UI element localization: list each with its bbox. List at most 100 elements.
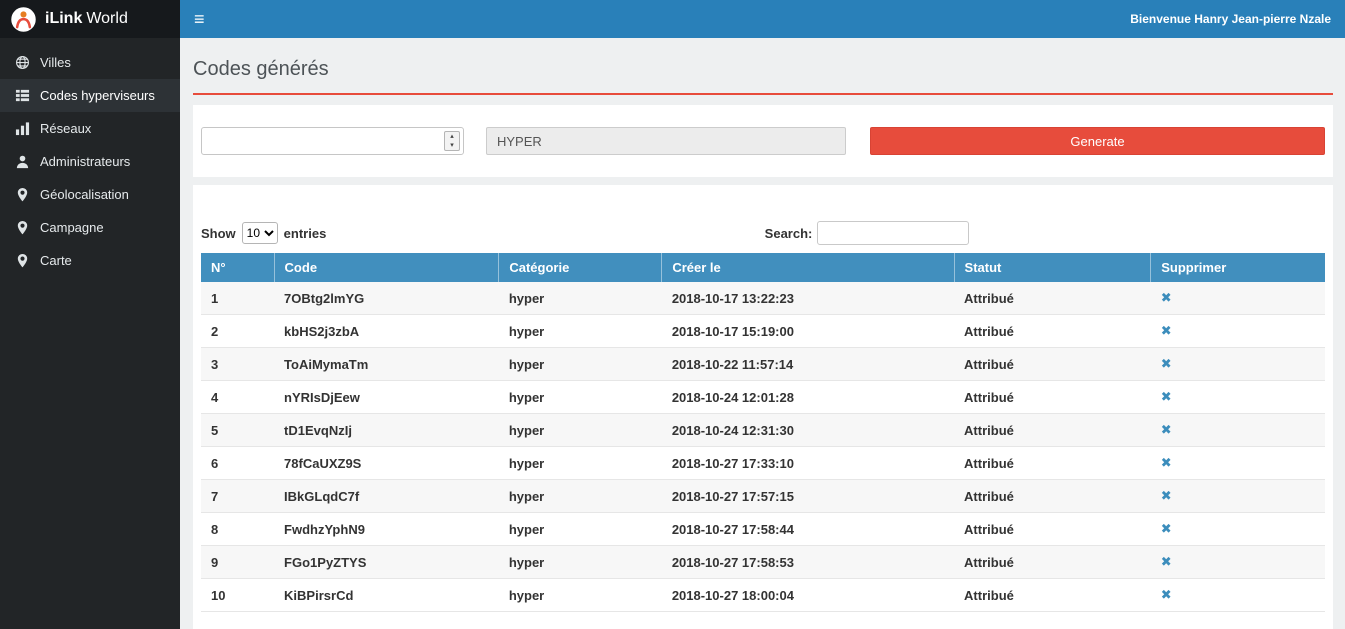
delete-icon[interactable]: ✖ xyxy=(1161,455,1172,470)
table-row: 7IBkGLqdC7fhyper2018-10-27 17:57:15Attri… xyxy=(201,480,1325,513)
menu-toggle-icon[interactable]: ≡ xyxy=(194,10,205,28)
table-cell: 2018-10-27 17:58:53 xyxy=(662,546,954,579)
table-cell: 8 xyxy=(201,513,274,546)
delete-icon[interactable]: ✖ xyxy=(1161,587,1172,602)
table-row: 5tD1EvqNzIjhyper2018-10-24 12:31:30Attri… xyxy=(201,414,1325,447)
table-cell: tD1EvqNzIj xyxy=(274,414,499,447)
column-header-n-[interactable]: N° xyxy=(201,253,274,282)
category-input xyxy=(486,127,846,155)
table-cell: 5 xyxy=(201,414,274,447)
table-cell: 2018-10-24 12:31:30 xyxy=(662,414,954,447)
delete-icon[interactable]: ✖ xyxy=(1161,323,1172,338)
table-cell: 1 xyxy=(201,282,274,315)
generate-button[interactable]: Generate xyxy=(870,127,1325,155)
table-cell: hyper xyxy=(499,447,662,480)
table-cell: hyper xyxy=(499,579,662,612)
column-header-code[interactable]: Code xyxy=(274,253,499,282)
quantity-input[interactable] xyxy=(202,128,463,154)
number-spinner[interactable]: ▴ ▾ xyxy=(444,131,460,151)
column-header-supprimer[interactable]: Supprimer xyxy=(1151,253,1325,282)
table-cell: ✖ xyxy=(1151,348,1325,381)
sidebar-item-administrateurs[interactable]: Administrateurs xyxy=(0,145,180,178)
page-length-select[interactable]: 10 xyxy=(242,222,278,244)
generate-form-panel: ▴ ▾ Generate xyxy=(193,105,1333,177)
map-marker-icon xyxy=(15,220,30,235)
table-cell: hyper xyxy=(499,315,662,348)
sidebar: Villes Codes hyperviseurs Réseaux Administr… xyxy=(0,38,180,629)
column-header-statut[interactable]: Statut xyxy=(954,253,1151,282)
brand-name-light: World xyxy=(86,10,128,27)
list-icon xyxy=(15,88,30,103)
show-label: Show xyxy=(201,226,236,241)
topbar: iLinkWorld ≡ Bienvenue Hanry Jean-pierre… xyxy=(0,0,1345,38)
delete-icon[interactable]: ✖ xyxy=(1161,488,1172,503)
welcome-prefix: Bienvenue xyxy=(1130,12,1191,26)
brand-text: iLinkWorld xyxy=(45,10,128,28)
logo-icon xyxy=(10,6,37,33)
bar-chart-icon xyxy=(15,121,30,136)
delete-icon[interactable]: ✖ xyxy=(1161,422,1172,437)
table-cell: 2018-10-17 15:19:00 xyxy=(662,315,954,348)
sidebar-item-label: Codes hyperviseurs xyxy=(40,88,155,103)
map-marker-icon xyxy=(15,253,30,268)
table-cell: hyper xyxy=(499,513,662,546)
table-cell: 2018-10-27 17:58:44 xyxy=(662,513,954,546)
table-row: 17OBtg2lmYGhyper2018-10-17 13:22:23Attri… xyxy=(201,282,1325,315)
codes-table-panel: Show 10 entries Search: N°CodeCatégorieC… xyxy=(193,185,1333,629)
search-input[interactable] xyxy=(817,221,969,245)
search-label: Search: xyxy=(765,226,813,241)
sidebar-item-campagne[interactable]: Campagne xyxy=(0,211,180,244)
table-cell: 2018-10-24 12:01:28 xyxy=(662,381,954,414)
table-row: 3ToAiMymaTmhyper2018-10-22 11:57:14Attri… xyxy=(201,348,1325,381)
table-cell: Attribué xyxy=(954,315,1151,348)
codes-table-header-row: N°CodeCatégorieCréer leStatutSupprimer xyxy=(201,253,1325,282)
table-cell: hyper xyxy=(499,480,662,513)
table-cell: kbHS2j3zbA xyxy=(274,315,499,348)
table-cell: ✖ xyxy=(1151,513,1325,546)
table-cell: 9 xyxy=(201,546,274,579)
spinner-down-icon[interactable]: ▾ xyxy=(445,141,459,150)
table-cell: 4 xyxy=(201,381,274,414)
table-cell: hyper xyxy=(499,546,662,579)
quantity-input-wrap: ▴ ▾ xyxy=(201,127,464,155)
table-cell: 7OBtg2lmYG xyxy=(274,282,499,315)
brand[interactable]: iLinkWorld xyxy=(0,0,180,38)
search-control: Search: xyxy=(765,221,970,245)
delete-icon[interactable]: ✖ xyxy=(1161,521,1172,536)
table-cell: ✖ xyxy=(1151,546,1325,579)
table-cell: Attribué xyxy=(954,480,1151,513)
delete-icon[interactable]: ✖ xyxy=(1161,389,1172,404)
table-cell: 6 xyxy=(201,447,274,480)
page-title: Codes générés xyxy=(193,58,1333,81)
table-cell: ✖ xyxy=(1151,447,1325,480)
column-header-creer-le[interactable]: Créer le xyxy=(662,253,954,282)
sidebar-item-villes[interactable]: Villes xyxy=(0,46,180,79)
delete-icon[interactable]: ✖ xyxy=(1161,290,1172,305)
table-cell: 2 xyxy=(201,315,274,348)
length-control: Show 10 entries xyxy=(201,222,326,244)
brand-name-bold: iLink xyxy=(45,10,82,27)
sidebar-item-label: Administrateurs xyxy=(40,154,130,169)
table-cell: ✖ xyxy=(1151,414,1325,447)
table-cell: Attribué xyxy=(954,546,1151,579)
table-row: 9FGo1PyZTYShyper2018-10-27 17:58:53Attri… xyxy=(201,546,1325,579)
table-cell: 10 xyxy=(201,579,274,612)
delete-icon[interactable]: ✖ xyxy=(1161,554,1172,569)
sidebar-item-codes-hyperviseurs[interactable]: Codes hyperviseurs xyxy=(0,79,180,112)
welcome-text: Bienvenue Hanry Jean-pierre Nzale xyxy=(1130,12,1331,26)
sidebar-item-label: Géolocalisation xyxy=(40,187,129,202)
table-cell: hyper xyxy=(499,282,662,315)
table-cell: 2018-10-27 17:33:10 xyxy=(662,447,954,480)
column-header-categorie[interactable]: Catégorie xyxy=(499,253,662,282)
sidebar-menu: Villes Codes hyperviseurs Réseaux Administr… xyxy=(0,46,180,277)
sidebar-item-reseaux[interactable]: Réseaux xyxy=(0,112,180,145)
sidebar-item-carte[interactable]: Carte xyxy=(0,244,180,277)
user-icon xyxy=(15,154,30,169)
table-cell: KiBPirsrCd xyxy=(274,579,499,612)
spinner-up-icon[interactable]: ▴ xyxy=(445,132,459,141)
delete-icon[interactable]: ✖ xyxy=(1161,356,1172,371)
sidebar-item-geolocalisation[interactable]: Géolocalisation xyxy=(0,178,180,211)
table-cell: Attribué xyxy=(954,348,1151,381)
table-cell: FwdhzYphN9 xyxy=(274,513,499,546)
table-controls: Show 10 entries Search: xyxy=(201,221,1325,245)
